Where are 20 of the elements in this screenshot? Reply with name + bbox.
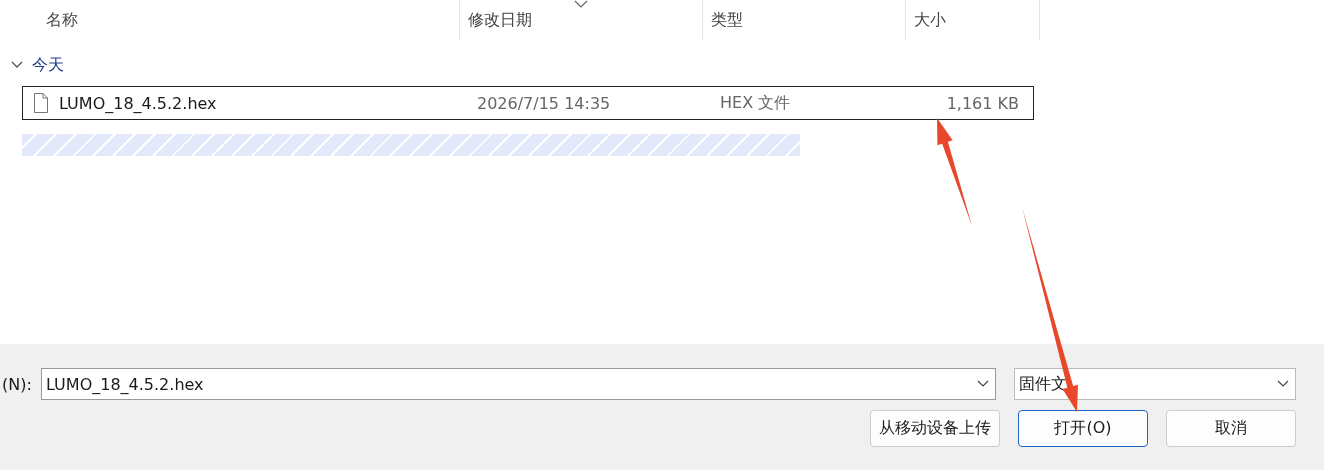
column-header[interactable]: 名称 xyxy=(0,0,460,40)
file-name: LUMO_18_4.5.2.hex xyxy=(59,93,218,113)
column-header[interactable]: 大小 xyxy=(906,0,1040,40)
dropdown-icon[interactable] xyxy=(977,380,989,388)
field-label: (N): xyxy=(1,374,33,394)
file-type: HEX 文件 xyxy=(720,92,792,114)
document-icon xyxy=(33,93,49,113)
file-row[interactable]: LUMO_18_4.5.2.hex 2026/7/15 14:35 HEX 文件 1,161 KB xyxy=(22,86,1034,120)
column-header[interactable]: 类型 xyxy=(703,0,906,40)
group-label[interactable]: 今天 xyxy=(32,54,64,76)
dialog-button[interactable]: 打开(O) xyxy=(1018,410,1148,447)
file-date: 2026/7/15 14:35 xyxy=(477,93,612,113)
dialog-button[interactable]: 从移动设备上传 xyxy=(870,410,1000,447)
dropdown-icon[interactable] xyxy=(1277,380,1289,388)
column-header[interactable]: 修改日期 xyxy=(460,0,703,40)
file-type-dropdown[interactable]: 固件文 xyxy=(1014,368,1296,400)
filename-combo[interactable]: LUMO_18_4.5.2.hex xyxy=(41,368,996,400)
file-size: 1,161 KB xyxy=(945,93,1019,113)
chevron-icon[interactable] xyxy=(10,60,24,70)
dialog-button[interactable]: 取消 xyxy=(1166,410,1296,447)
